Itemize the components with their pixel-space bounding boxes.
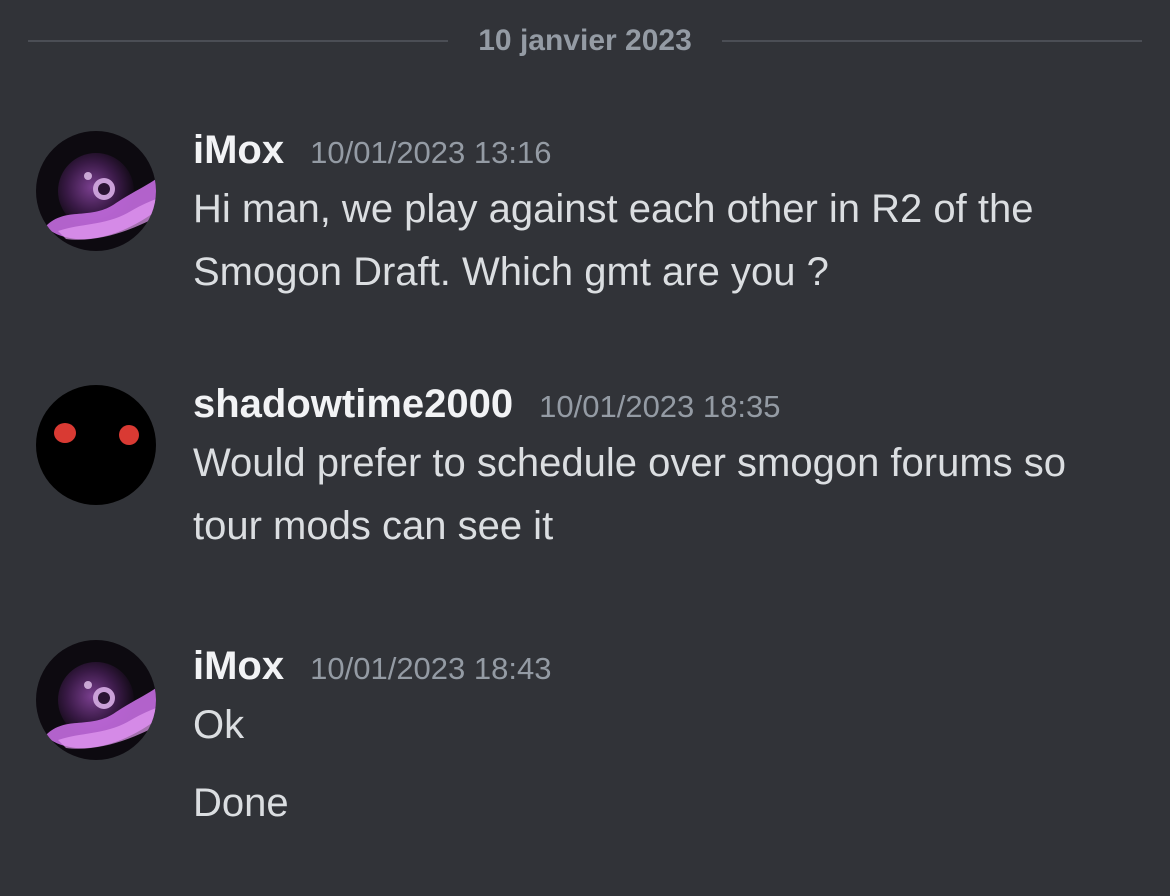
username[interactable]: iMox [193, 128, 284, 173]
message-item[interactable]: iMox 10/01/2023 18:43 Ok Done [0, 640, 1170, 860]
message-text: Would prefer to schedule over smogon for… [193, 441, 1067, 548]
message-item[interactable]: iMox 10/01/2023 13:16 Hi man, we play ag… [0, 128, 1170, 318]
divider-line-left [28, 40, 449, 42]
timestamp: 10/01/2023 18:35 [539, 389, 781, 424]
message-text: Ok [193, 703, 245, 747]
message-content: iMox 10/01/2023 18:43 Ok Done [193, 644, 1140, 835]
date-divider: 10 janvier 2023 [28, 22, 1143, 60]
message-header: iMox 10/01/2023 18:43 [193, 644, 1140, 694]
message-content: iMox 10/01/2023 13:16 Hi man, we play ag… [193, 128, 1140, 304]
date-divider-label: 10 janvier 2023 [478, 24, 692, 57]
timestamp: 10/01/2023 13:16 [310, 135, 552, 170]
message-text: Hi man, we play against each other in R2… [193, 187, 1034, 294]
divider-line-right [721, 40, 1143, 42]
avatar-red-eyes-icon[interactable] [36, 385, 156, 505]
username[interactable]: shadowtime2000 [193, 382, 513, 427]
avatar-purple-ball-icon[interactable] [36, 640, 156, 760]
message-text: Done [193, 781, 289, 825]
message-content: shadowtime2000 10/01/2023 18:35 Would pr… [193, 382, 1140, 558]
timestamp: 10/01/2023 18:43 [310, 651, 552, 686]
message-item[interactable]: shadowtime2000 10/01/2023 18:35 Would pr… [0, 382, 1170, 572]
message-header: shadowtime2000 10/01/2023 18:35 [193, 382, 1140, 432]
message-header: iMox 10/01/2023 13:16 [193, 128, 1140, 178]
avatar-purple-ball-icon[interactable] [36, 131, 156, 251]
username[interactable]: iMox [193, 644, 284, 689]
